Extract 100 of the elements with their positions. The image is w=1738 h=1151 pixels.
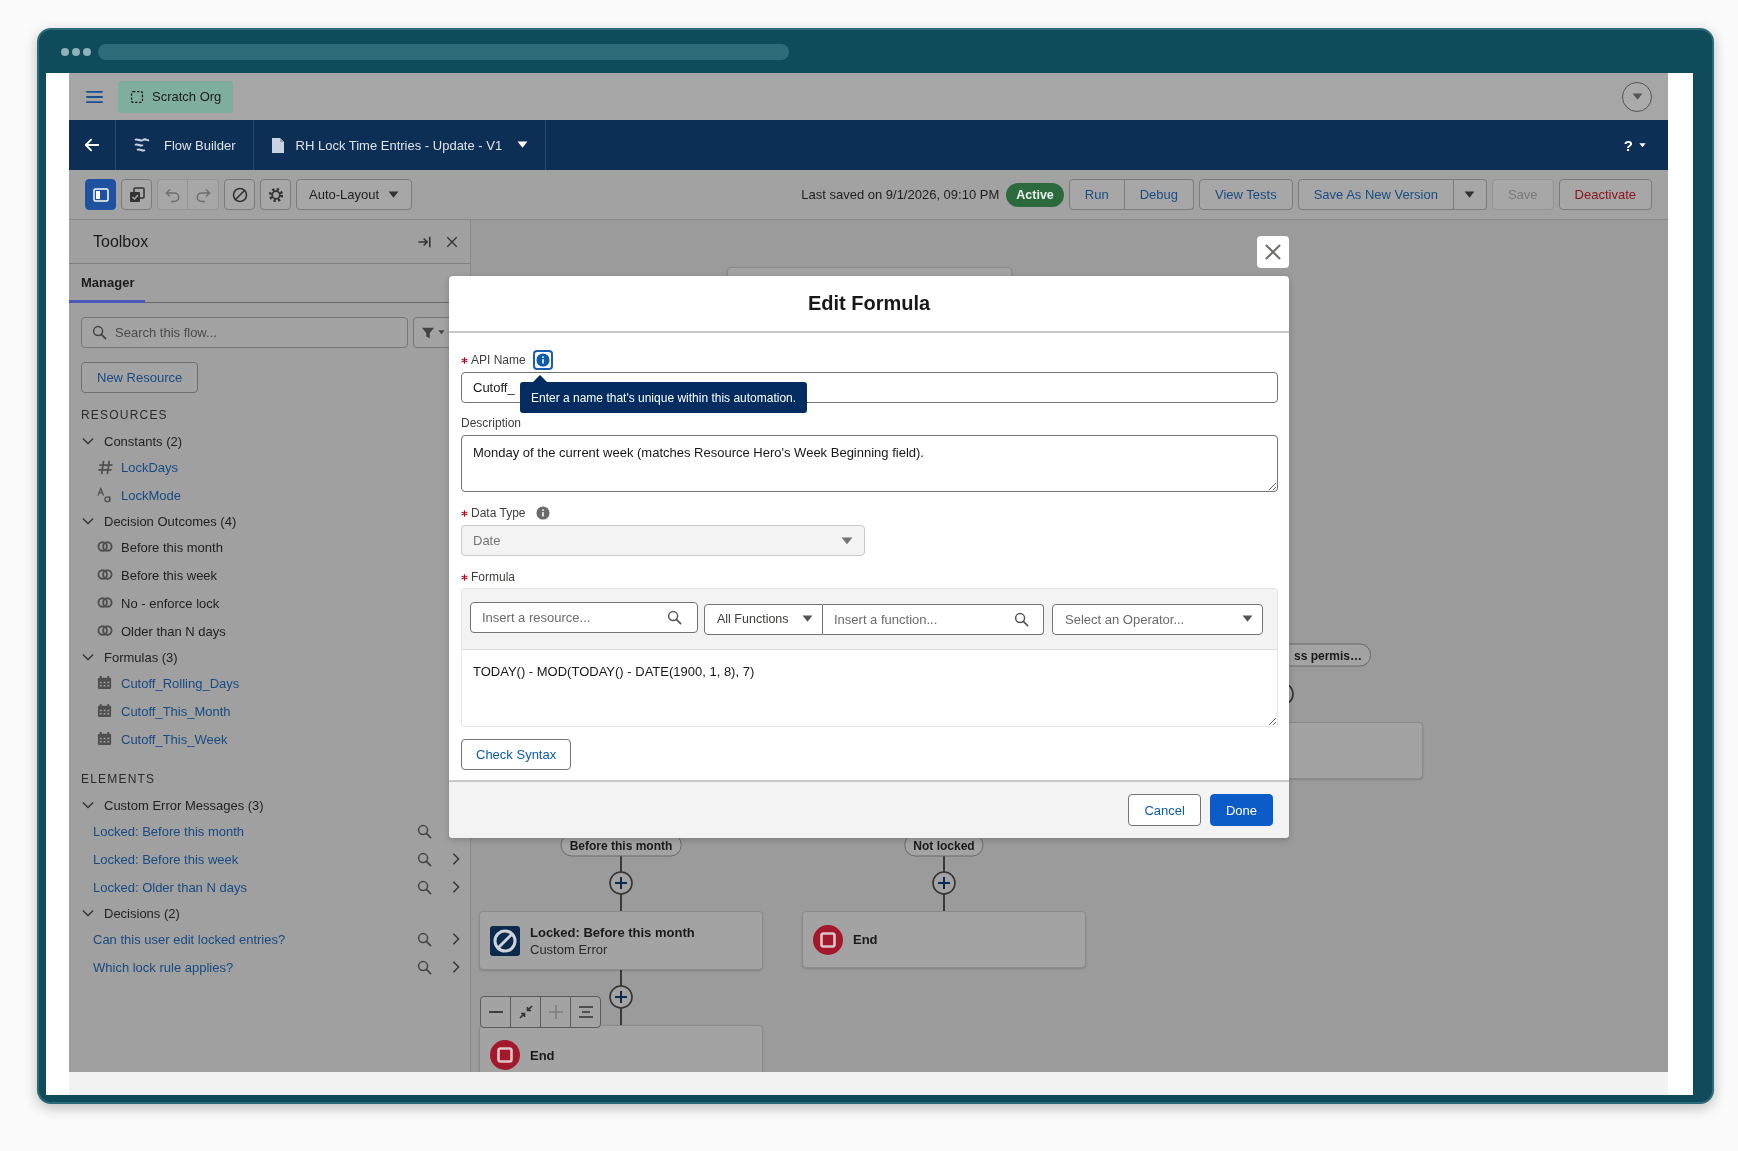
- text-area[interactable]: Monday of the current week (matches Resource Hero's Week Beginning field).: [461, 435, 1278, 492]
- add-button[interactable]: [932, 871, 956, 895]
- outcome-label: No - enforce lock: [121, 595, 220, 611]
- flow-menu-button[interactable]: [517, 141, 529, 149]
- group-label: Custom Error Messages (3): [104, 797, 264, 813]
- settings-button[interactable]: [260, 179, 291, 210]
- resource-search-field[interactable]: Insert a resource...: [470, 602, 698, 633]
- find-button[interactable]: [417, 823, 432, 839]
- panel-button[interactable]: [85, 179, 116, 210]
- operator-dropdown[interactable]: Select an Operator...: [1052, 603, 1263, 635]
- zoom-control-button[interactable]: [480, 996, 511, 1028]
- menu-button[interactable]: [85, 88, 104, 105]
- expand-toggle[interactable]: [81, 799, 95, 811]
- resource-link[interactable]: LockDays: [121, 459, 179, 475]
- linked-circles-icon: [97, 539, 113, 555]
- done-button[interactable]: Done: [1209, 794, 1273, 826]
- calendar-icon: [97, 675, 113, 691]
- resource-link[interactable]: Locked: Before this week: [93, 851, 239, 867]
- open-button[interactable]: [450, 852, 462, 866]
- dashed-square-icon: [130, 89, 144, 104]
- new-resource-button[interactable]: New Resource: [81, 362, 199, 393]
- expand-toggle[interactable]: [81, 651, 95, 663]
- node-card[interactable]: End: [802, 911, 1086, 968]
- outcome-label: Before this month: [121, 539, 223, 555]
- expand-toggle[interactable]: [81, 435, 95, 447]
- resource-link[interactable]: Cutoff_Rolling_Days: [121, 675, 240, 691]
- cancel-button[interactable]: Cancel: [1128, 794, 1201, 826]
- open-button[interactable]: [450, 932, 462, 946]
- tab[interactable]: Manager: [69, 264, 145, 303]
- linked-circles-icon: [97, 623, 113, 639]
- node-type: Custom Error: [530, 941, 609, 957]
- find-button[interactable]: [417, 931, 432, 947]
- resource-link[interactable]: LockMode: [121, 487, 181, 503]
- function-search-field[interactable]: Insert a function...: [823, 603, 1044, 635]
- org-badge[interactable]: Scratch Org: [118, 80, 234, 113]
- function-input[interactable]: Insert a function...: [834, 611, 1014, 627]
- search-field[interactable]: Search this flow...: [81, 317, 408, 348]
- copy-button[interactable]: [121, 179, 152, 210]
- resource-link[interactable]: Cutoff_This_Month: [121, 703, 231, 719]
- status-badge: Active: [1006, 182, 1064, 207]
- resource-link[interactable]: Which lock rule applies?: [93, 959, 234, 975]
- search-icon: [417, 931, 432, 947]
- close-button[interactable]: [1257, 236, 1289, 268]
- add-button[interactable]: [609, 871, 633, 895]
- close-button[interactable]: [446, 235, 458, 248]
- caret-icon: [517, 141, 529, 149]
- add-button[interactable]: [609, 985, 633, 1009]
- outcome-label: Before this week: [121, 567, 218, 583]
- find-button[interactable]: [417, 879, 432, 895]
- linked-circles-icon: [97, 567, 113, 583]
- expand-toggle[interactable]: [81, 515, 95, 527]
- group-label: Constants (2): [104, 433, 183, 449]
- prohibited-icon: [231, 186, 248, 203]
- expand-toggle[interactable]: [81, 907, 95, 919]
- field-label: Description: [461, 416, 522, 430]
- function-category-dropdown[interactable]: All Functions: [704, 603, 823, 635]
- toolbar-button[interactable]: Save As New Version: [1297, 179, 1454, 210]
- find-button[interactable]: [417, 959, 432, 975]
- search-input[interactable]: Search this flow...: [115, 325, 395, 340]
- resource-link[interactable]: Cutoff_This_Week: [121, 731, 228, 747]
- node-card[interactable]: Locked: Before this month Custom Error: [479, 911, 763, 970]
- node-card[interactable]: End: [479, 1025, 763, 1072]
- align-icon: [578, 1006, 593, 1018]
- app-name: Flow Builder: [164, 137, 236, 153]
- chevron-down-icon: [81, 651, 95, 663]
- resource-link[interactable]: Can this user edit locked entries?: [93, 931, 286, 947]
- arrow-to-bar-icon: [417, 234, 432, 249]
- layout-dropdown[interactable]: Auto-Layout: [296, 179, 412, 210]
- help-button[interactable]: ?: [1601, 120, 1668, 170]
- find-button[interactable]: [417, 851, 432, 867]
- dropdown-button[interactable]: [1622, 81, 1652, 112]
- formula-editor[interactable]: TODAY() - MOD(TODAY() - DATE(1900, 1, 8), 7): [461, 650, 1278, 727]
- resource-link[interactable]: Locked: Older than N days: [93, 879, 247, 895]
- open-button[interactable]: [450, 880, 462, 894]
- back-arrow-icon: [84, 137, 100, 153]
- resource-input[interactable]: Insert a resource...: [482, 610, 667, 625]
- toolbar-button[interactable]: Run: [1068, 179, 1125, 210]
- modal-title: Edit Formula: [807, 292, 931, 315]
- document-icon: [270, 136, 285, 154]
- chevron-down-icon: [81, 515, 95, 527]
- check-syntax-button[interactable]: Check Syntax: [461, 739, 572, 770]
- zoom-control-button[interactable]: [570, 996, 601, 1028]
- menu-caret-button[interactable]: [1453, 179, 1487, 210]
- search-icon: [1014, 611, 1029, 627]
- caret-icon: [1631, 92, 1643, 101]
- panel-title: Toolbox: [93, 232, 149, 251]
- toolbar-button[interactable]: Debug: [1124, 179, 1194, 210]
- toolbar-button[interactable]: Deactivate: [1558, 179, 1652, 210]
- search-icon: [417, 879, 432, 895]
- toolbar-button[interactable]: View Tests: [1198, 179, 1293, 210]
- info-button[interactable]: [532, 350, 553, 370]
- open-button[interactable]: [450, 960, 462, 974]
- filter-icon: [421, 325, 435, 340]
- section-heading: ELEMENTS: [81, 771, 157, 788]
- panel-icon: [92, 186, 109, 203]
- collapse-button[interactable]: [417, 234, 432, 249]
- resource-link[interactable]: Locked: Before this month: [93, 823, 245, 839]
- caret-icon: [388, 190, 399, 199]
- errors-button[interactable]: [224, 179, 255, 210]
- zoom-control-button[interactable]: [510, 996, 541, 1028]
